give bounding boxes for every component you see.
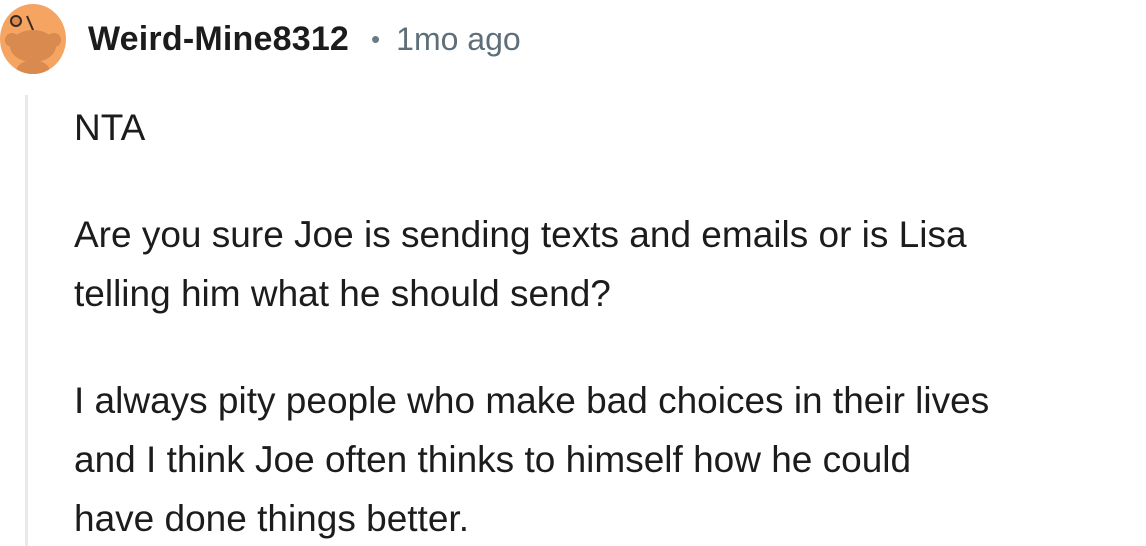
comment-line: have done things better. [74,498,469,539]
comment-line: telling him what he should send? [74,273,611,314]
author-username[interactable]: Weird-Mine8312 [88,20,349,59]
comment-line: I always pity people who make bad choice… [74,380,990,421]
comment-header: Weird-Mine8312 • 1mo ago [88,16,521,62]
user-avatar-icon[interactable] [0,4,66,74]
comment-timestamp[interactable]: 1mo ago [396,21,521,58]
meta-separator: • [371,23,381,54]
comment-line: NTA [74,107,146,148]
comment-body: NTA Are you sure Joe is sending texts an… [74,98,1144,546]
comment-paragraph: I always pity people who make bad choice… [74,371,1144,546]
comment-line: Are you sure Joe is sending texts and em… [74,214,967,255]
thread-line[interactable] [25,95,28,546]
comment-paragraph: Are you sure Joe is sending texts and em… [74,205,1144,323]
comment-line: and I think Joe often thinks to himself … [74,439,912,480]
comment-paragraph: NTA [74,98,1144,157]
